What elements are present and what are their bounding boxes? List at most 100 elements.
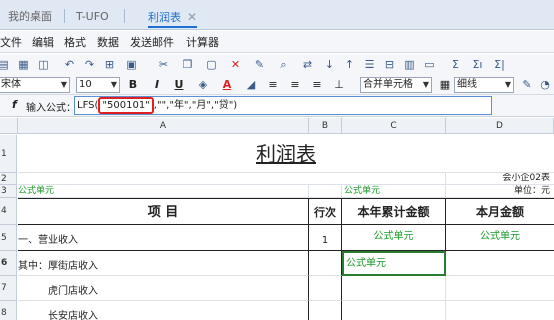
cell-d6[interactable] — [446, 251, 554, 276]
bold-button[interactable]: B — [126, 78, 140, 92]
header-item[interactable]: 项 目 — [18, 198, 309, 225]
formula-input[interactable]: LFS("500101" ,"","年","月","贷") — [74, 96, 492, 115]
menu-file[interactable]: 文件 — [0, 34, 22, 50]
document-icon[interactable]: ▭ — [422, 57, 437, 72]
row-header-5[interactable]: 5 — [0, 225, 17, 251]
cell-c3[interactable]: 公式单元 — [342, 185, 446, 198]
cut-icon[interactable]: ✂ — [156, 57, 171, 72]
line-color-icon[interactable]: ✎ — [520, 78, 534, 92]
select-all-corner[interactable] — [0, 118, 18, 134]
row-header-6[interactable]: 6 — [0, 251, 17, 276]
cell-a3[interactable]: 公式单元 — [18, 185, 309, 198]
find-icon[interactable]: ⌕ — [276, 57, 291, 72]
tab-t-ufo[interactable]: T-UFO — [76, 6, 109, 28]
sort-asc-icon[interactable]: ↓ — [322, 57, 337, 72]
insert-rows-icon[interactable]: ☰ — [362, 57, 377, 72]
font-name-value: 宋体 — [1, 79, 21, 90]
cell-b5[interactable]: 1 — [309, 225, 342, 251]
cell-a7[interactable]: 虎门店收入 — [18, 276, 309, 301]
chart-icon[interactable]: ▥ — [402, 57, 417, 72]
tab-label: 利润表 — [148, 11, 181, 24]
tab-separator — [64, 9, 65, 23]
cell-a6[interactable]: 其中：厚街店收入 — [18, 251, 309, 276]
paste-special-icon[interactable]: ▢ — [204, 57, 219, 72]
align-left-icon[interactable]: ≡ — [266, 78, 280, 92]
row-header-3[interactable]: 3 — [0, 185, 17, 198]
cell-b7[interactable] — [309, 276, 342, 301]
cell-c6-selected[interactable]: 公式单元 — [342, 251, 446, 276]
fill-color-icon[interactable]: ◈ — [196, 78, 210, 92]
cell-c5[interactable]: 公式单元 — [342, 225, 446, 251]
unit-cell[interactable]: 单位：元 — [446, 185, 554, 198]
copy-icon[interactable]: ❐ — [180, 57, 195, 72]
row-header-4[interactable]: 4 — [0, 198, 17, 225]
row-header-2[interactable]: 2 — [0, 173, 17, 185]
print-icon[interactable]: ▦ — [16, 57, 31, 72]
formula-label: 输入公式： — [26, 103, 76, 114]
tab-my-desktop[interactable]: 我的桌面 — [8, 6, 52, 28]
italic-button[interactable]: I — [150, 78, 164, 92]
menu-data[interactable]: 数据 — [97, 34, 119, 50]
menu-edit[interactable]: 编辑 — [32, 34, 54, 50]
font-color-icon[interactable]: A — [220, 78, 234, 92]
column-header-c[interactable]: C — [342, 118, 446, 134]
sum-cols-icon[interactable]: Σ| — [492, 57, 507, 72]
delete-icon[interactable]: ✕ — [228, 57, 243, 72]
menu-send-email[interactable]: 发送邮件 — [130, 34, 174, 50]
formula-bar: f 输入公式： LFS("500101" ,"","年","月","贷") — [0, 95, 554, 117]
cell-c8[interactable] — [342, 301, 446, 320]
cell-b6[interactable] — [309, 251, 342, 276]
insert-cols-icon[interactable]: ⊟ — [382, 57, 397, 72]
merge-cells-select[interactable]: 合并单元格 ▼ — [360, 77, 432, 93]
cell-d8[interactable] — [446, 301, 554, 320]
cell-a8[interactable]: 长安店收入 — [18, 301, 309, 320]
cell-b8[interactable] — [309, 301, 342, 320]
formula-suffix: ,"","年","月","贷") — [153, 100, 238, 111]
row-header-1[interactable]: 1 — [0, 135, 17, 173]
cell-d7[interactable] — [446, 276, 554, 301]
cell-c7[interactable] — [342, 276, 446, 301]
tab-profit-statement[interactable]: 利润表 ✕ — [148, 6, 198, 28]
close-icon[interactable]: ✕ — [187, 10, 197, 24]
row-header-8[interactable]: 8 — [0, 301, 17, 320]
sum-icon[interactable]: Σ — [448, 57, 463, 72]
tab-bar: 我的桌面 T-UFO 利润表 ✕ — [0, 0, 554, 30]
valign-icon[interactable]: ⊥ — [332, 78, 346, 92]
column-header-a[interactable]: A — [18, 118, 309, 134]
row-header-7[interactable]: 7 — [0, 276, 17, 301]
header-row-number[interactable]: 行次 — [309, 198, 342, 225]
column-header-b[interactable]: B — [309, 118, 342, 134]
cell-a5[interactable]: 一、营业收入 — [18, 225, 309, 251]
tab-separator — [124, 9, 125, 23]
menu-format[interactable]: 格式 — [64, 34, 86, 50]
border-icon[interactable]: ▦ — [438, 78, 452, 92]
redo-icon[interactable]: ↷ — [82, 57, 97, 72]
align-right-icon[interactable]: ≡ — [310, 78, 324, 92]
form-code-cell[interactable]: 会小企02表 — [446, 173, 554, 185]
clear-format-icon[interactable]: ◢ — [244, 78, 258, 92]
report-title[interactable]: 利润表 — [18, 135, 554, 173]
sum-rows-icon[interactable]: Σı — [470, 57, 485, 72]
header-year-to-date[interactable]: 本年累计金额 — [342, 198, 446, 225]
cell-d5[interactable]: 公式单元 — [446, 225, 554, 251]
align-center-icon[interactable]: ≡ — [288, 78, 302, 92]
font-size-select[interactable]: 10 ▼ — [76, 77, 120, 93]
more-icon[interactable]: ◔ — [538, 78, 552, 92]
column-header-d[interactable]: D — [446, 118, 554, 134]
menu-calculator[interactable]: 计算器 — [186, 34, 219, 50]
cell-row2-left[interactable] — [18, 173, 446, 185]
formula-highlight: "500101" — [98, 97, 154, 114]
underline-button[interactable]: U — [172, 78, 186, 92]
format-painter-icon[interactable]: ⊞ — [102, 57, 117, 72]
pencil-icon[interactable]: ✎ — [252, 57, 267, 72]
print-preview-icon[interactable]: ◫ — [36, 57, 51, 72]
paste-icon[interactable]: ▣ — [124, 57, 139, 72]
cell-b3[interactable] — [309, 185, 342, 198]
sort-desc-icon[interactable]: ↑ — [342, 57, 357, 72]
save-icon[interactable]: ▤ — [0, 57, 11, 72]
header-this-month[interactable]: 本月金额 — [446, 198, 554, 225]
undo-icon[interactable]: ↶ — [62, 57, 77, 72]
border-style-select[interactable]: 细线 ▼ — [454, 77, 514, 93]
replace-icon[interactable]: ⇄ — [300, 57, 315, 72]
font-name-select[interactable]: 宋体 ▼ — [0, 77, 70, 93]
